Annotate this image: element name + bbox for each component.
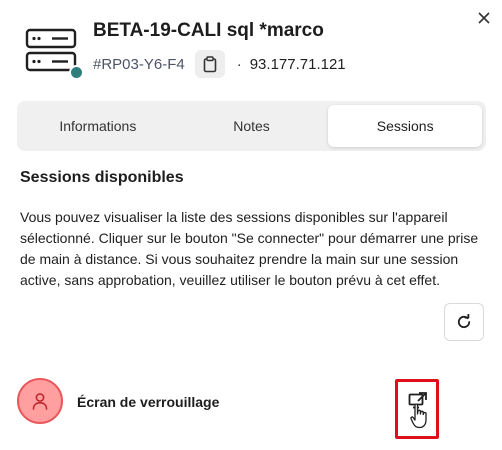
tab-bar: Informations Notes Sessions [17, 101, 486, 151]
device-ip: 93.177.71.121 [249, 55, 346, 73]
sessions-description: Vous pouvez visualiser la liste des sess… [20, 209, 479, 288]
separator-dot: · [236, 55, 242, 73]
force-connect-button[interactable] [395, 379, 439, 439]
device-subline: #RP03-Y6-F4 · 93.177.71.121 [93, 50, 346, 78]
device-title: BETA-19-CALI sql *marco [93, 20, 324, 41]
refresh-button[interactable] [444, 303, 484, 341]
hand-cursor-icon [410, 403, 427, 429]
device-id: #RP03-Y6-F4 [93, 55, 185, 73]
user-icon [32, 393, 48, 410]
clipboard-icon [203, 55, 217, 72]
session-name: Écran de verrouillage [77, 394, 220, 410]
close-button[interactable] [474, 8, 494, 28]
session-avatar [17, 378, 63, 424]
tab-notes[interactable]: Notes [175, 105, 329, 147]
copy-id-button[interactable] [194, 50, 225, 78]
tab-informations[interactable]: Informations [21, 105, 175, 147]
status-indicator [69, 65, 84, 80]
session-item: Écran de verrouillage [0, 372, 502, 439]
sessions-title: Sessions disponibles [20, 169, 184, 186]
close-icon [478, 12, 490, 24]
device-header: BETA-19-CALI sql *marco #RP03-Y6-F4 · 93… [0, 0, 502, 95]
tab-sessions[interactable]: Sessions [328, 105, 483, 147]
refresh-icon [457, 314, 471, 329]
